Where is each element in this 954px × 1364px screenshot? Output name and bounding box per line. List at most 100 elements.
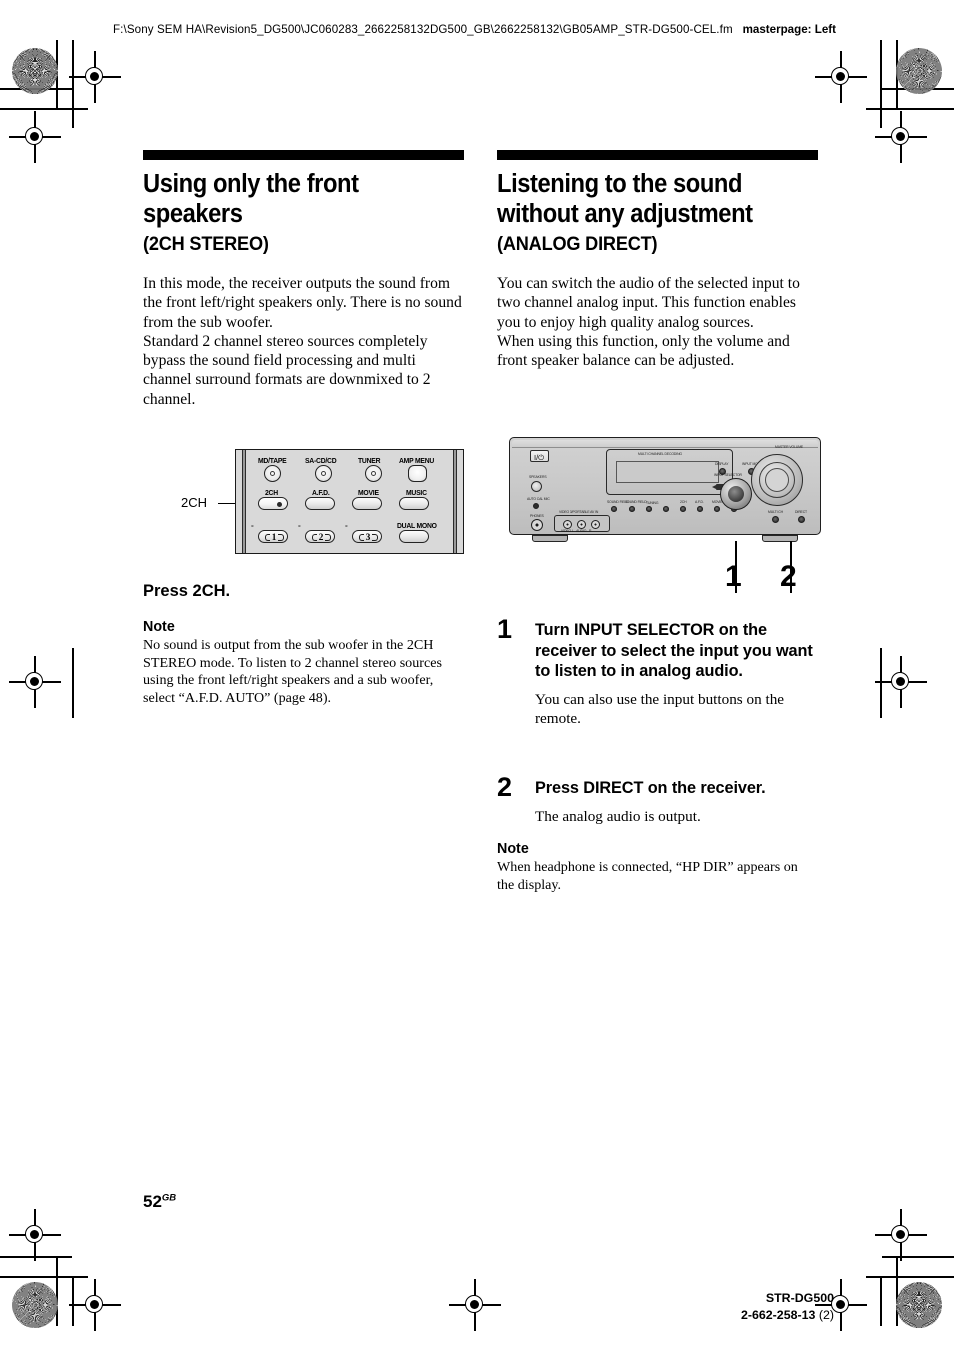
heading-rule [497, 150, 818, 160]
document-page: F:\Sony SEM HA\Revision5_DG500\JC060283_… [0, 0, 954, 1364]
callout-number-1: 1 [725, 560, 742, 593]
step-2-number: 2 [497, 772, 513, 802]
tuning-minus-button[interactable] [646, 506, 652, 512]
document-footer: STR-DG500 2-662-258-13 (2) [741, 1290, 834, 1324]
afd-button[interactable] [697, 506, 703, 512]
moire-target [12, 48, 58, 94]
masterpage-label: masterpage: Left [742, 23, 836, 36]
label-display: DISPLAY [715, 461, 729, 467]
instruction-press-2ch: Press 2CH. [143, 582, 231, 600]
audio-right-jack[interactable] [591, 519, 600, 529]
remote-label-afd: A.F.D. [312, 488, 330, 497]
left-column: Using only the front speakers (2CH STERE… [143, 150, 464, 409]
remote-button-2ch[interactable] [258, 497, 288, 510]
remote-edge-left [242, 450, 246, 553]
receiver-top-edge [512, 440, 818, 448]
doc-number-prefix: 2-662-258- [740, 1308, 802, 1322]
remote-button-preset-2[interactable]: 2 [305, 530, 335, 543]
note-heading-right: Note [497, 841, 529, 857]
remote-label-preset-1: 1 [259, 531, 289, 544]
callout-number-2: 2 [780, 560, 797, 593]
remote-button-tuner[interactable] [365, 465, 382, 482]
intro-paragraph-1-right: You can switch the audio of the selected… [497, 275, 800, 331]
note-right: Note When headphone is connected, “HP DI… [497, 840, 818, 894]
page-subtitle-left: (2CH STEREO) [143, 233, 269, 255]
remote-body: MD/TAPE SA-CD/CD TUNER AMP MENU 2CH A.F.… [235, 449, 464, 554]
label-video-l-audio-r: VIDEO L - AUDIO - R [561, 528, 592, 533]
note-heading-left: Note [143, 619, 175, 635]
2ch-button[interactable] [680, 506, 686, 512]
remote-button-md-tape[interactable] [264, 465, 281, 482]
power-icon: I/⏻ [534, 452, 545, 462]
label-multi-channel-decoding: MULTI CHANNEL DECODING [638, 451, 682, 457]
remote-label-music: MUSIC [406, 488, 427, 497]
page-title-right: Listening to the sound without any adjus… [497, 170, 753, 228]
master-volume-knob[interactable] [751, 454, 803, 506]
direct-button[interactable] [798, 516, 805, 523]
registration-mark [875, 111, 927, 163]
registration-mark [9, 1209, 61, 1261]
remote-button-preset-1[interactable]: 1 [258, 530, 288, 543]
page-subtitle-right: (ANALOG DIRECT) [497, 233, 658, 255]
audio-left-jack[interactable] [577, 519, 586, 529]
step-1-number: 1 [497, 614, 513, 644]
remote-control-illustration: 2CH MD/TAPE SA-CD/CD TUNER AMP MENU 2CH … [143, 449, 464, 557]
remote-label-preset-2: 2 [306, 531, 336, 544]
page-number-value: 52 [143, 1192, 162, 1211]
intro-paragraph-1-left: In this mode, the receiver outputs the s… [143, 275, 462, 331]
auto-cal-mic-jack[interactable] [533, 503, 539, 509]
tuning-plus-button[interactable] [663, 506, 669, 512]
remote-button-preset-3[interactable]: 3 [352, 530, 382, 543]
power-button[interactable]: I/⏻ [530, 450, 549, 462]
registration-mark [875, 1209, 927, 1261]
sound-field-plus-button[interactable] [629, 506, 635, 512]
step-2-title: Press DIRECT on the receiver. [535, 779, 766, 797]
remote-button-music[interactable] [399, 497, 429, 510]
remote-button-afd[interactable] [305, 497, 335, 510]
remote-label-amp-menu: AMP MENU [399, 456, 435, 465]
moire-target [896, 1282, 942, 1328]
remote-button-movie[interactable] [352, 497, 382, 510]
step-1: 1 Turn INPUT SELECTOR on the receiver to… [497, 616, 818, 728]
receiver-front-panel: I/⏻ SPEAKERS AUTO CAL MIC PHONES VIDEO 3… [509, 437, 821, 542]
label-2ch: 2CH [680, 499, 687, 505]
input-selector-knob[interactable] [720, 478, 752, 510]
label-afd: A.F.D. [695, 499, 704, 505]
video-input-jack[interactable] [563, 519, 572, 529]
heading-rule [143, 150, 464, 160]
page-number: 52GB [143, 1192, 176, 1212]
file-path-header: F:\Sony SEM HA\Revision5_DG500\JC060283_… [113, 23, 733, 36]
remote-label-movie: MOVIE [358, 488, 379, 497]
step-1-title: Turn INPUT SELECTOR on the receiver to s… [535, 621, 813, 681]
sound-field-minus-button[interactable] [611, 506, 617, 512]
remote-label-sacd-cd: SA-CD/CD [305, 456, 337, 465]
remote-label-2ch: 2CH [265, 488, 278, 497]
movie-button[interactable] [714, 506, 720, 512]
speakers-knob[interactable] [531, 481, 542, 492]
phones-jack[interactable] [531, 519, 543, 531]
right-column: Listening to the sound without any adjus… [497, 150, 818, 370]
remote-label-preset-3: 3 [353, 531, 383, 544]
receiver-illustration: I/⏻ SPEAKERS AUTO CAL MIC PHONES VIDEO 3… [500, 437, 830, 609]
remote-label-dual-mono: DUAL MONO [397, 521, 437, 530]
label-multi-ch: MULTI CH [768, 509, 783, 515]
page-number-suffix: GB [161, 1192, 177, 1204]
step-1-body: You can also use the input buttons on th… [535, 690, 785, 727]
label-auto-cal-mic: AUTO CAL MIC [527, 496, 550, 502]
note-body-left: No sound is output from the sub woofer i… [143, 637, 442, 706]
remote-button-amp-menu[interactable] [408, 465, 427, 482]
remote-label-md-tape: MD/TAPE [258, 456, 287, 465]
registration-mark [69, 51, 121, 103]
multi-ch-button[interactable] [772, 516, 779, 523]
label-phones: PHONES [530, 513, 544, 519]
note-body-right: When headphone is connected, “HP DIR” ap… [497, 859, 798, 893]
remote-button-dual-mono[interactable] [399, 530, 429, 543]
receiver-foot-left [532, 535, 568, 542]
moire-target [896, 48, 942, 94]
remote-callout-label: 2CH [181, 495, 208, 510]
label-master-volume: MASTER VOLUME [775, 444, 804, 450]
step-2: 2 Press DIRECT on the receiver. The anal… [497, 774, 818, 826]
remote-button-sacd-cd[interactable] [315, 465, 332, 482]
label-input-selector: INPUT SELECTOR [714, 472, 742, 478]
label-sound-field-plus: SOUND FIELD [625, 499, 647, 505]
